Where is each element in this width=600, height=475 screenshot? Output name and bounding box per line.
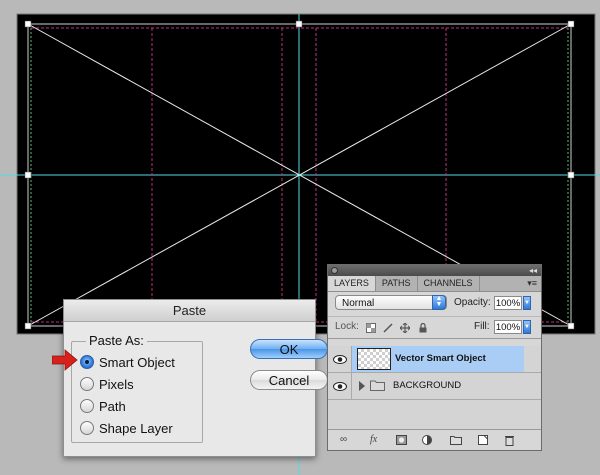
radio-smart-object[interactable]: Smart Object [80, 352, 175, 372]
opacity-label: Opacity: [454, 297, 491, 308]
tab-layers[interactable]: LAYERS [328, 276, 376, 291]
lock-all-padlock-icon[interactable] [418, 323, 428, 333]
folder-icon [370, 380, 385, 391]
radio-label: Shape Layer [99, 420, 173, 436]
lock-row: Lock: Fill: 100% ▼ [328, 316, 541, 339]
fill-field[interactable]: 100% [494, 320, 522, 334]
radio-label: Smart Object [99, 354, 175, 370]
paste-dialog: Paste Paste As: Smart Object Pixels Path… [63, 299, 328, 457]
radio-pixels[interactable]: Pixels [80, 374, 134, 394]
eye-icon[interactable] [332, 354, 347, 364]
blend-mode-select[interactable]: Normal ▲ ▼ [335, 295, 447, 310]
radio-label: Path [99, 398, 126, 414]
lock-transparency-icon[interactable] [366, 323, 376, 333]
radio-path[interactable]: Path [80, 396, 126, 416]
tab-channels[interactable]: CHANNELS [418, 276, 480, 291]
radio-button[interactable] [80, 399, 94, 413]
expand-triangle-icon[interactable] [358, 381, 366, 391]
layer-name[interactable]: BACKGROUND [393, 373, 461, 399]
lock-position-move-icon[interactable] [400, 323, 410, 333]
lock-label: Lock: [335, 321, 359, 332]
tab-paths[interactable]: PATHS [376, 276, 418, 291]
layer-body[interactable]: Vector Smart Object [352, 346, 524, 372]
panel-tabs: LAYERS PATHS CHANNELS ▾≡ [328, 276, 541, 292]
layer-thumbnail [357, 348, 391, 370]
layers-list: Vector Smart Object BACKGROUND [328, 346, 541, 430]
layer-name[interactable]: Vector Smart Object [395, 346, 486, 372]
cancel-button[interactable]: Cancel [250, 370, 328, 390]
dialog-title: Paste [64, 300, 315, 322]
visibility-toggle[interactable] [328, 373, 352, 399]
radio-button[interactable] [80, 421, 94, 435]
layer-row-vector-smart-object[interactable]: Vector Smart Object [328, 346, 541, 373]
radio-label: Pixels [99, 376, 134, 392]
chevron-updown-icon[interactable]: ▲ ▼ [432, 295, 446, 310]
panel-bottom-bar: ∞ fx [328, 429, 541, 450]
new-group-folder-icon[interactable] [450, 435, 462, 445]
layer-row-background[interactable]: BACKGROUND [328, 373, 541, 400]
radio-button[interactable] [80, 377, 94, 391]
paste-as-label: Paste As: [86, 333, 147, 348]
new-layer-icon[interactable] [478, 435, 488, 445]
blend-mode-value: Normal [342, 298, 375, 309]
visibility-toggle[interactable] [328, 346, 352, 372]
radio-shape-layer[interactable]: Shape Layer [80, 418, 173, 438]
eye-icon[interactable] [332, 381, 347, 391]
ok-button[interactable]: OK [250, 339, 328, 359]
layers-panel: ◂◂ LAYERS PATHS CHANNELS ▾≡ Normal ▲ ▼ Op… [327, 264, 542, 451]
opacity-dropdown-icon[interactable]: ▼ [523, 296, 531, 310]
collapse-icon[interactable]: ◂◂ [529, 265, 537, 276]
fill-label: Fill: [474, 321, 490, 332]
radio-button-checked[interactable] [80, 355, 94, 369]
mask-icon[interactable] [396, 435, 407, 445]
opacity-field[interactable]: 100% [494, 296, 522, 310]
panel-menu-icon[interactable]: ▾≡ [527, 276, 537, 291]
panel-titlebar: ◂◂ [328, 265, 541, 276]
fx-icon[interactable]: fx [370, 435, 377, 445]
trash-icon[interactable] [505, 435, 514, 446]
layer-body[interactable]: BACKGROUND [352, 373, 524, 399]
lock-pixels-brush-icon[interactable] [383, 323, 393, 333]
fill-dropdown-icon[interactable]: ▼ [523, 320, 531, 334]
close-icon[interactable] [331, 267, 338, 274]
link-icon[interactable]: ∞ [340, 435, 347, 445]
red-arrow-icon [52, 349, 78, 371]
adjustment-icon[interactable] [422, 435, 432, 445]
